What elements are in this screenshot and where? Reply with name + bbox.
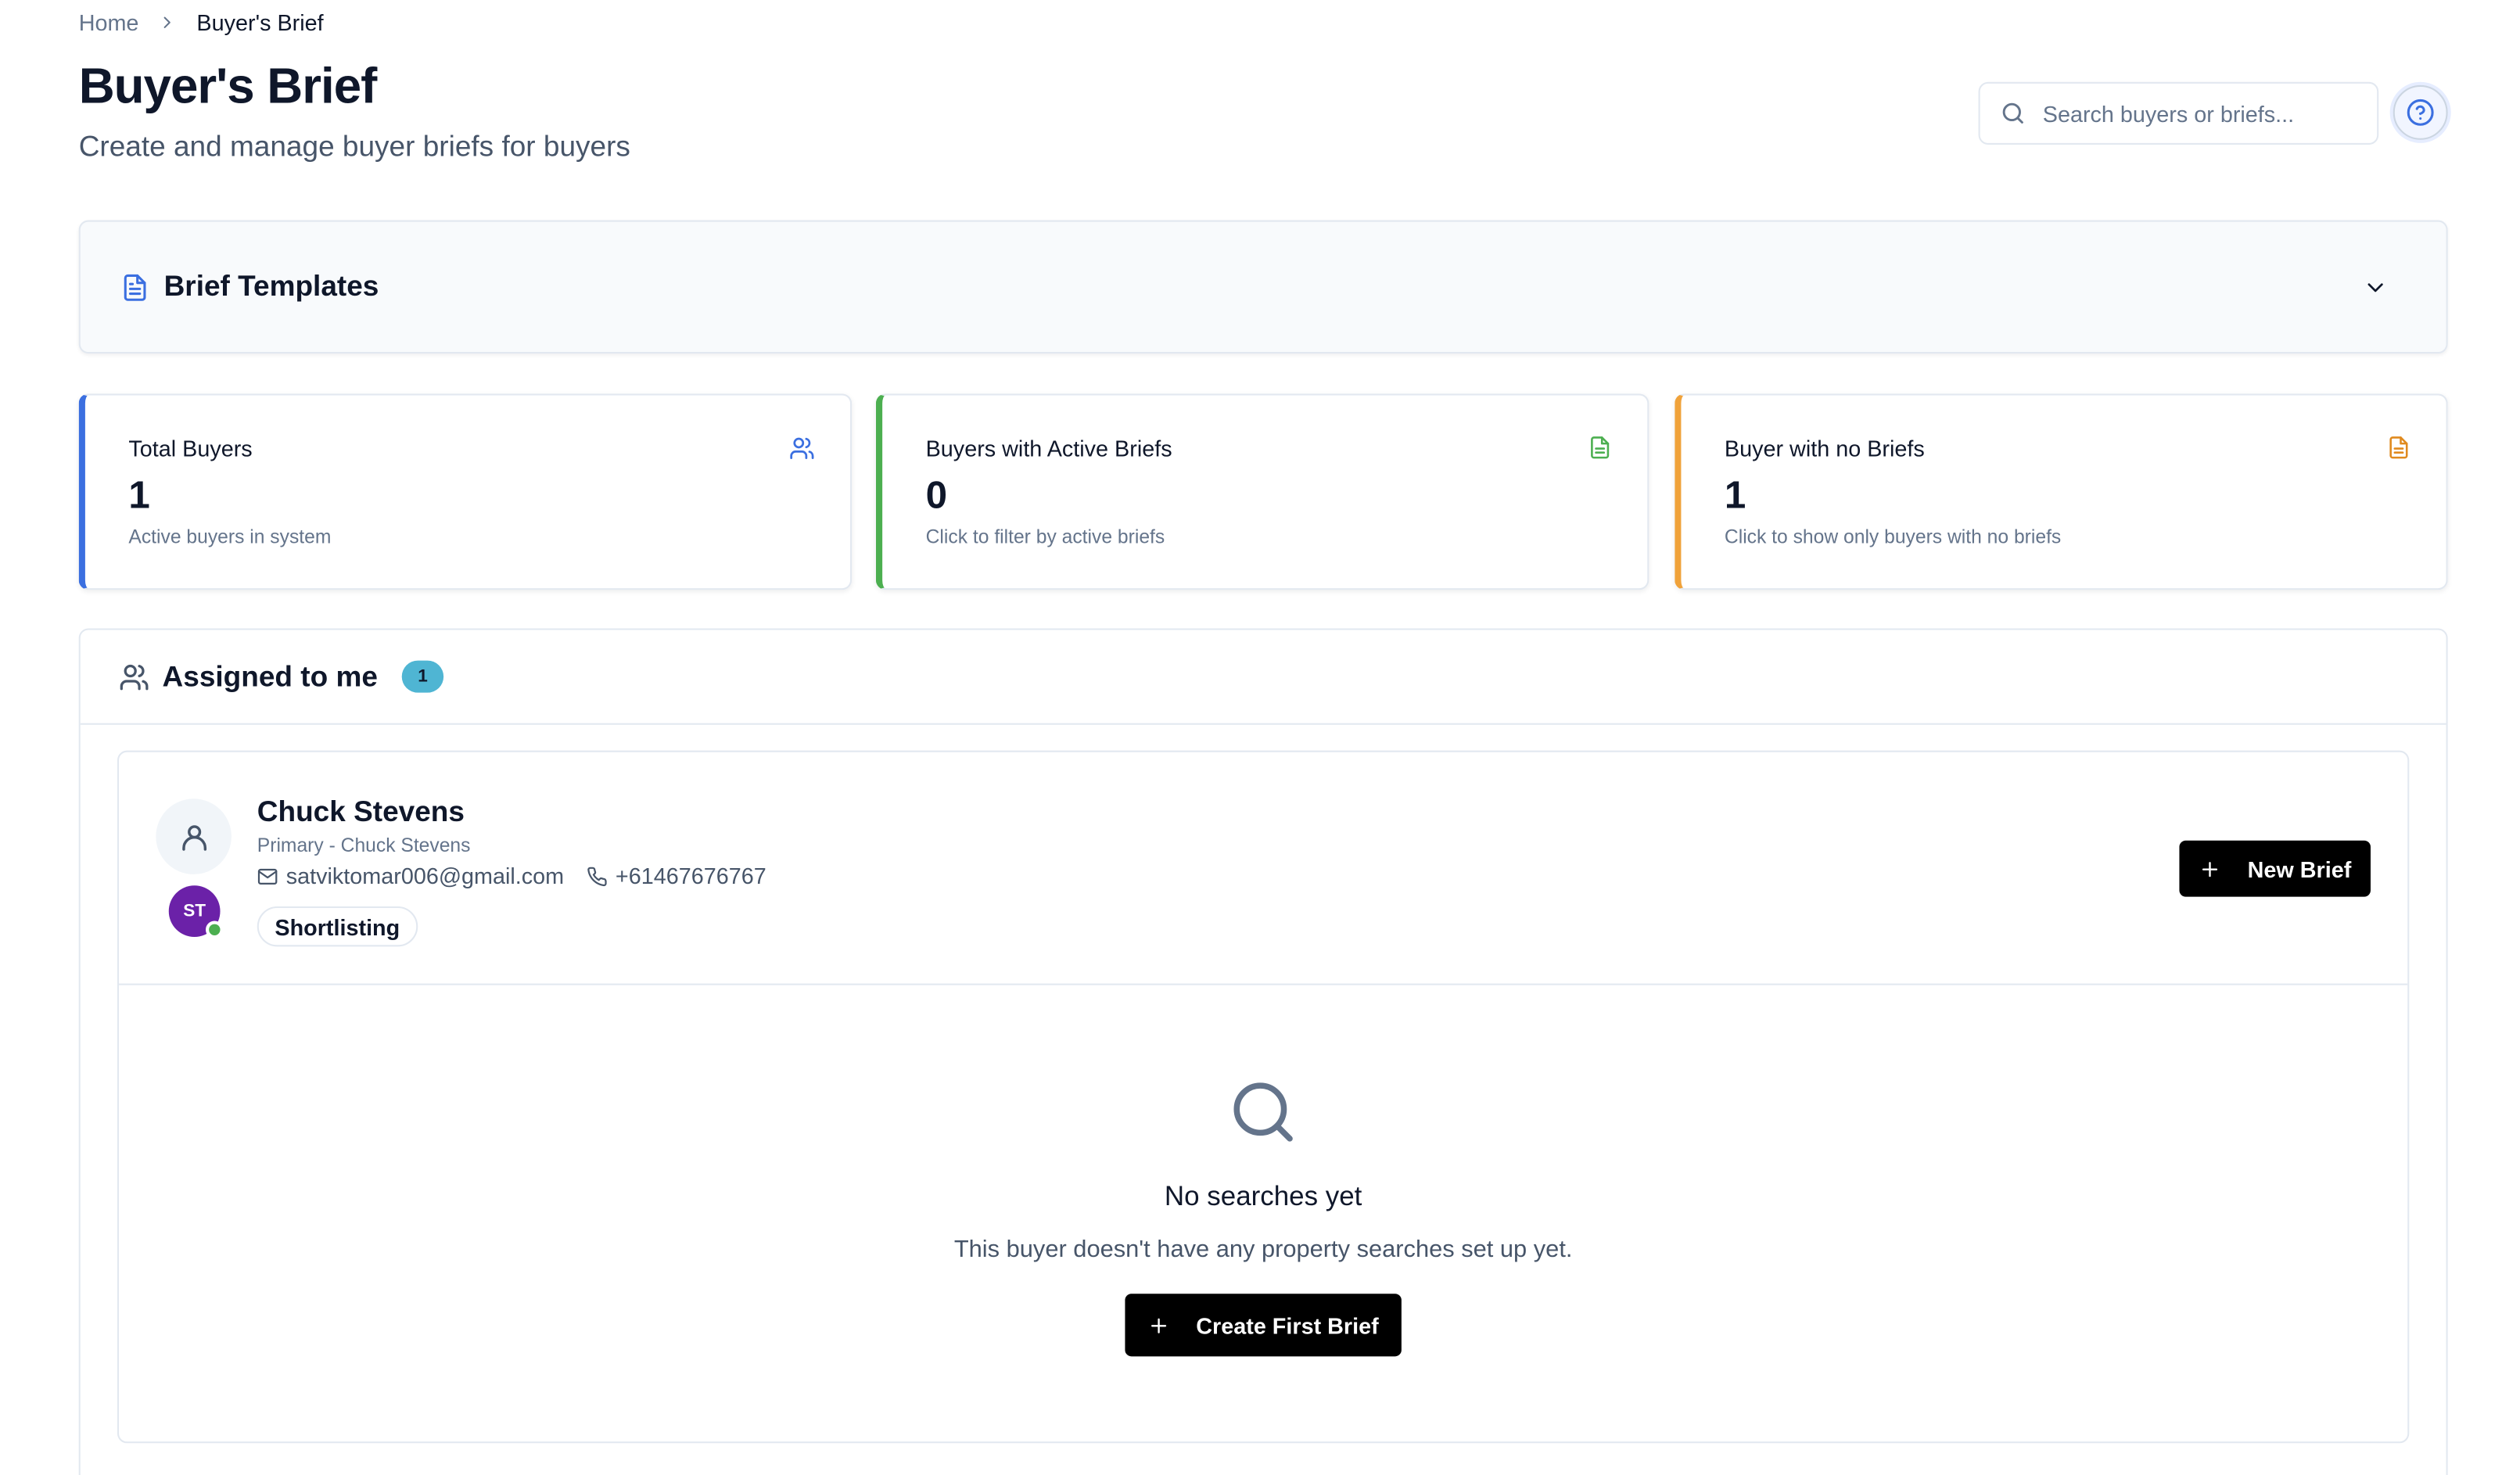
online-status-dot [206, 921, 224, 939]
chevron-right-icon [158, 13, 178, 32]
help-circle-icon [2406, 98, 2435, 127]
help-button[interactable] [2393, 84, 2448, 140]
assigned-title: Assigned to me [162, 659, 378, 692]
buyer-summary: ST Chuck Stevens Primary - Chuck Stevens… [119, 752, 2408, 985]
avatar [156, 799, 232, 874]
agent-avatar: ST [168, 885, 224, 939]
search-icon [1999, 99, 2026, 127]
page-root: Home Buyer's Brief Buyer's Brief Create … [0, 0, 2520, 1475]
plus-icon [2199, 857, 2222, 880]
stat-card-total-buyers[interactable]: Total Buyers 1 Active buyers in system [78, 393, 853, 590]
page-subtitle: Create and manage buyer briefs for buyer… [78, 130, 630, 163]
user-icon [178, 820, 210, 852]
create-first-brief-button[interactable]: Create First Brief [1125, 1294, 1402, 1357]
stat-label: Total Buyers [128, 435, 253, 461]
assigned-header: Assigned to me 1 [80, 630, 2446, 725]
mail-icon [257, 866, 278, 887]
chevron-down-icon[interactable] [2363, 275, 2389, 300]
assigned-to-me-panel: Assigned to me 1 ST Chuck Stevens Primar… [78, 628, 2448, 1475]
page-title: Buyer's Brief [78, 57, 378, 114]
search-box [1978, 81, 2379, 145]
plus-icon [1148, 1314, 1171, 1337]
brief-templates-toggle[interactable]: Brief Templates [78, 220, 2448, 354]
count-badge: 1 [401, 660, 444, 693]
buyer-email[interactable]: satviktomar006@gmail.com [286, 863, 564, 888]
stat-hint: Active buyers in system [128, 525, 332, 548]
file-text-icon [120, 272, 149, 301]
search-input[interactable] [2042, 100, 2349, 127]
search-icon [1228, 1077, 1298, 1147]
stat-label: Buyer with no Briefs [1724, 435, 1925, 461]
empty-state-description: This buyer doesn't have any property sea… [953, 1236, 1573, 1264]
buyer-name: Chuck Stevens [257, 795, 465, 828]
users-icon [789, 436, 815, 461]
stat-value: 1 [1724, 474, 1746, 518]
stat-card-no-briefs[interactable]: Buyer with no Briefs 1 Click to show onl… [1675, 393, 2448, 590]
new-brief-label: New Brief [2247, 856, 2352, 882]
stat-hint: Click to filter by active briefs [925, 525, 1165, 548]
stat-label: Buyers with Active Briefs [925, 435, 1172, 461]
stat-value: 1 [128, 474, 150, 518]
breadcrumb-home[interactable]: Home [79, 9, 139, 35]
file-text-icon [1588, 436, 1612, 460]
empty-state-title: No searches yet [1164, 1181, 1362, 1212]
create-first-brief-label: Create First Brief [1196, 1312, 1379, 1338]
breadcrumb-current: Buyer's Brief [196, 9, 324, 36]
new-brief-button[interactable]: New Brief [2180, 840, 2371, 897]
brief-templates-title: Brief Templates [163, 270, 379, 303]
buyer-contacts: satviktomar006@gmail.com +61467676767 [257, 863, 766, 888]
phone-icon [587, 866, 608, 887]
buyer-card: ST Chuck Stevens Primary - Chuck Stevens… [117, 750, 2410, 1445]
file-text-icon [2387, 436, 2411, 460]
buyer-phone[interactable]: +61467676767 [616, 863, 766, 888]
buyer-role: Primary - Chuck Stevens [257, 834, 471, 857]
users-icon [119, 662, 149, 692]
breadcrumb: Home Buyer's Brief [79, 9, 324, 35]
agent-initials: ST [183, 901, 206, 921]
empty-state: No searches yet This buyer doesn't have … [119, 987, 2407, 1445]
status-badge: Shortlisting [257, 906, 418, 947]
stat-card-active-briefs[interactable]: Buyers with Active Briefs 0 Click to fil… [875, 393, 1649, 590]
stat-value: 0 [925, 474, 948, 518]
stat-hint: Click to show only buyers with no briefs [1724, 525, 2062, 548]
